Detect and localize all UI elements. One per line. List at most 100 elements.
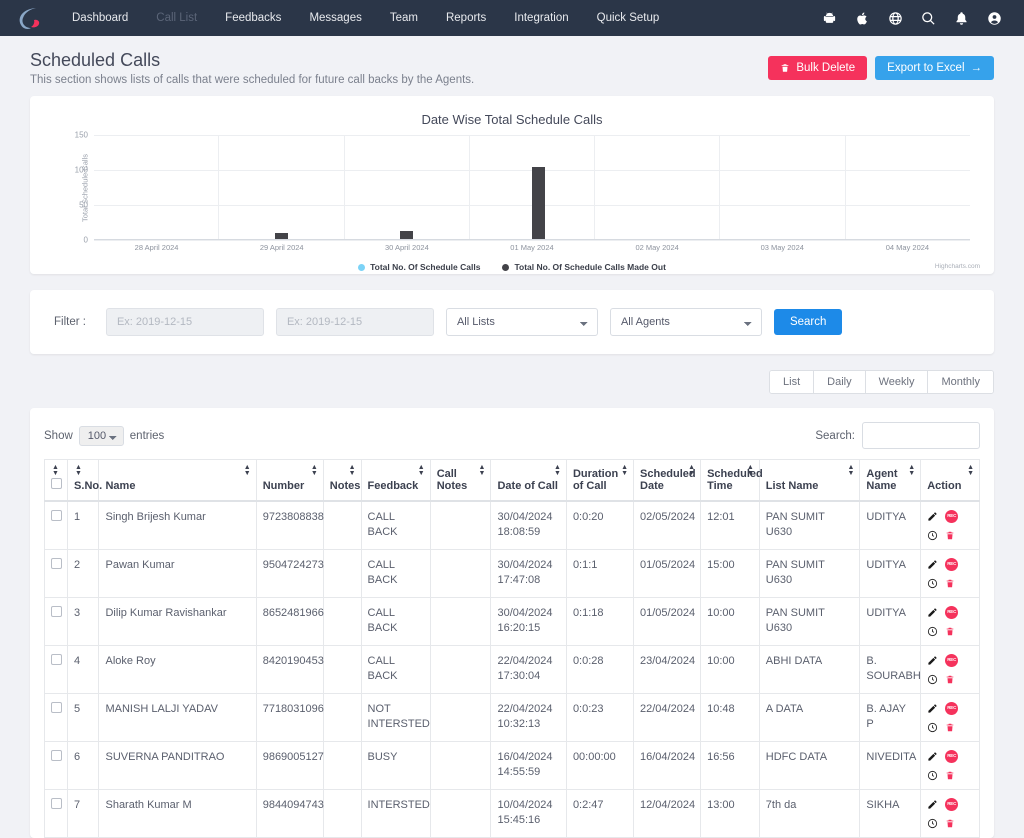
nav-link-integration[interactable]: Integration [500, 0, 582, 36]
history-clock-icon[interactable] [927, 674, 938, 685]
row-select-checkbox[interactable] [51, 510, 62, 521]
bulk-delete-button[interactable]: Bulk Delete [768, 56, 868, 80]
search-icon[interactable] [921, 11, 936, 26]
th-call-notes[interactable]: ▲ ▼ Call Notes [429, 459, 492, 502]
delete-trash-icon[interactable] [945, 722, 955, 733]
chart-y-tick: 0 [83, 235, 88, 245]
row-select-checkbox[interactable] [51, 798, 62, 809]
th-scheduled-date[interactable]: ▲ ▼ Scheduled Date [633, 459, 702, 502]
bell-icon[interactable] [954, 11, 969, 26]
view-toggle-weekly[interactable]: Weekly [865, 371, 929, 393]
nav-link-messages[interactable]: Messages [295, 0, 375, 36]
recording-icon[interactable]: REC [945, 558, 959, 571]
filter-date-from-input[interactable] [105, 308, 264, 336]
chart-credits[interactable]: Highcharts.com [935, 263, 980, 270]
table-row: 3 Dilip Kumar Ravishankar 8652481966 CALL B… [43, 597, 980, 646]
delete-trash-icon[interactable] [945, 626, 955, 637]
row-checkbox-cell[interactable] [43, 693, 69, 742]
select-all-header[interactable]: ▲ ▼ [43, 459, 69, 502]
row-select-checkbox[interactable] [51, 654, 62, 665]
nav-link-feedbacks[interactable]: Feedbacks [211, 0, 295, 36]
recording-icon[interactable]: REC [945, 702, 959, 715]
recording-icon[interactable]: REC [945, 654, 959, 667]
edit-pencil-icon[interactable] [927, 511, 938, 522]
nav-link-reports[interactable]: Reports [432, 0, 500, 36]
delete-trash-icon[interactable] [945, 530, 955, 541]
select-all-checkbox[interactable] [51, 478, 62, 489]
edit-pencil-icon[interactable] [927, 607, 938, 618]
delete-trash-icon[interactable] [945, 674, 955, 685]
chart-legend-item[interactable]: Total No. Of Schedule Calls Made Out [502, 262, 666, 272]
recording-icon[interactable]: REC [945, 606, 959, 619]
history-clock-icon[interactable] [927, 722, 938, 733]
history-clock-icon[interactable] [927, 578, 938, 589]
delete-trash-icon[interactable] [945, 578, 955, 589]
th-feedback[interactable]: ▲ ▼ Feedback [360, 459, 431, 502]
cell-notes [322, 789, 362, 838]
th-duration[interactable]: ▲ ▼ Duration of Call [565, 459, 635, 502]
edit-pencil-icon[interactable] [927, 751, 938, 762]
chart-bar[interactable] [532, 166, 546, 240]
row-checkbox-cell[interactable] [43, 500, 69, 550]
edit-pencil-icon[interactable] [927, 703, 938, 714]
view-toggle-monthly[interactable]: Monthly [928, 371, 993, 393]
history-clock-icon[interactable] [927, 818, 938, 829]
edit-pencil-icon[interactable] [927, 799, 938, 810]
th-list-name[interactable]: ▲ ▼ List Name [758, 459, 861, 502]
th-number[interactable]: ▲ ▼ Number [255, 459, 324, 502]
recording-icon[interactable]: REC [945, 798, 959, 811]
export-to-excel-button[interactable]: Export to Excel → [875, 56, 994, 80]
row-select-checkbox[interactable] [51, 702, 62, 713]
history-clock-icon[interactable] [927, 626, 938, 637]
cell-list-name: PAN SUMIT U630 [758, 597, 861, 646]
cell-number: 9844094743 [255, 789, 324, 838]
row-select-checkbox[interactable] [51, 750, 62, 761]
nav-link-dashboard[interactable]: Dashboard [58, 0, 142, 36]
filter-search-button[interactable]: Search [773, 309, 843, 335]
cell-notes [322, 741, 362, 790]
recording-icon[interactable]: REC [945, 510, 959, 523]
th-date-of-call[interactable]: ▲ ▼ Date of Call [490, 459, 567, 502]
th-sno[interactable]: ▲ ▼ S.No. [67, 459, 102, 502]
nav-link-call-list[interactable]: Call List [142, 0, 211, 36]
nav-link-team[interactable]: Team [376, 0, 432, 36]
filter-lists-select[interactable]: All Lists [445, 308, 598, 336]
edit-pencil-icon[interactable] [927, 655, 938, 666]
row-checkbox-cell[interactable] [43, 549, 69, 598]
th-action[interactable]: ▲ ▼ Action [920, 459, 980, 502]
recording-icon[interactable]: REC [945, 750, 959, 763]
android-icon[interactable] [822, 11, 837, 26]
chart-x-axis [94, 239, 970, 240]
delete-trash-icon[interactable] [945, 818, 955, 829]
brand-logo[interactable] [14, 4, 44, 32]
edit-pencil-icon[interactable] [927, 559, 938, 570]
entries-per-page-select[interactable]: 100 [78, 425, 124, 446]
globe-icon[interactable] [888, 11, 903, 26]
cell-agent-name: UDITYA [859, 549, 922, 598]
view-toggle-list[interactable]: List [770, 371, 815, 393]
history-clock-icon[interactable] [927, 530, 938, 541]
delete-trash-icon[interactable] [945, 770, 955, 781]
row-select-checkbox[interactable] [51, 606, 62, 617]
apple-icon[interactable] [855, 11, 870, 26]
sort-icon: ▲ ▼ [243, 464, 251, 477]
table-search-input[interactable] [862, 422, 980, 449]
cell-feedback: CALL BACK [360, 549, 431, 598]
th-scheduled-time[interactable]: ▲ ▼ Scheduled Time [700, 459, 763, 502]
cell-agent-name: B. SOURABH [859, 645, 922, 694]
user-account-icon[interactable] [987, 11, 1002, 26]
filter-date-to-input[interactable] [275, 308, 434, 336]
row-select-checkbox[interactable] [51, 558, 62, 569]
th-name[interactable]: ▲ ▼ Name [98, 459, 257, 502]
history-clock-icon[interactable] [927, 770, 938, 781]
th-notes[interactable]: ▲ ▼ Notes [322, 459, 362, 502]
filter-agents-select[interactable]: All Agents [609, 308, 762, 336]
th-agent-name[interactable]: ▲ ▼ Agent Name [859, 459, 922, 502]
view-toggle-daily[interactable]: Daily [814, 371, 866, 393]
row-checkbox-cell[interactable] [43, 597, 69, 646]
chart-legend-item[interactable]: Total No. Of Schedule Calls [358, 262, 480, 272]
row-checkbox-cell[interactable] [43, 789, 69, 838]
row-checkbox-cell[interactable] [43, 645, 69, 694]
nav-link-quick-setup[interactable]: Quick Setup [583, 0, 674, 36]
row-checkbox-cell[interactable] [43, 741, 69, 790]
